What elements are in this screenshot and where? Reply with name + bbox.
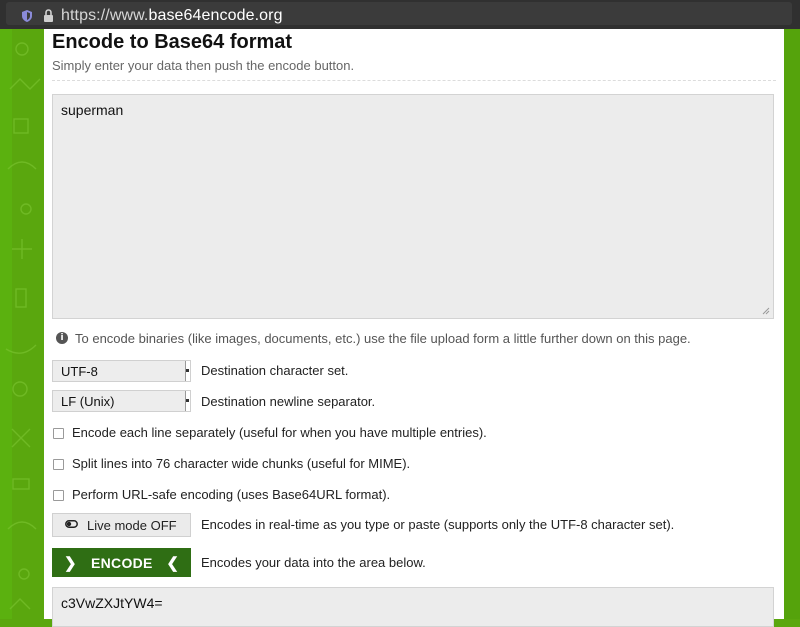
lock-icon xyxy=(44,9,53,22)
charset-select[interactable]: UTF-8 xyxy=(52,360,191,382)
input-text: superman xyxy=(61,102,124,118)
newline-label: Destination newline separator. xyxy=(201,394,376,409)
info-text: To encode binaries (like images, documen… xyxy=(75,331,691,346)
url-host: base64encode.org xyxy=(148,7,283,24)
charset-label: Destination character set. xyxy=(201,363,349,378)
encode-description: Encodes your data into the area below. xyxy=(201,555,426,570)
newline-select[interactable]: LF (Unix) xyxy=(52,390,191,412)
url-text: https://www.base64encode.org xyxy=(61,7,283,25)
url-safe-checkbox[interactable] xyxy=(53,490,64,501)
encode-button[interactable]: ❯ ENCODE ❮ xyxy=(52,548,191,577)
toggle-icon xyxy=(65,520,78,528)
input-textarea[interactable]: superman xyxy=(52,94,774,319)
shield-icon xyxy=(22,10,32,22)
page-title: Encode to Base64 format xyxy=(52,31,293,53)
right-decoration xyxy=(784,29,800,619)
live-mode-description: Encodes in real-time as you type or past… xyxy=(201,517,675,532)
output-textarea[interactable]: c3VwZXJtYW4= xyxy=(52,587,774,627)
url-prefix: https://www. xyxy=(61,7,149,24)
dropdown-arrow-icon xyxy=(185,361,190,381)
output-text: c3VwZXJtYW4= xyxy=(61,595,163,611)
resize-grip-icon[interactable] xyxy=(762,307,770,315)
pattern-decoration xyxy=(5,42,41,610)
url-field[interactable]: https://www.base64encode.org xyxy=(6,2,792,25)
encode-button-label: ENCODE xyxy=(91,555,153,571)
charset-value: UTF-8 xyxy=(61,364,98,379)
chevron-left-icon: ❮ xyxy=(166,555,179,572)
dropdown-arrow-icon xyxy=(185,391,190,411)
browser-address-bar: https://www.base64encode.org xyxy=(0,0,800,30)
split-lines-label: Split lines into 76 character wide chunk… xyxy=(72,456,411,471)
split-lines-checkbox[interactable] xyxy=(53,459,64,470)
encode-each-line-label: Encode each line separately (useful for … xyxy=(72,425,487,440)
divider xyxy=(52,80,776,81)
live-mode-label: Live mode OFF xyxy=(87,518,177,533)
url-safe-label: Perform URL-safe encoding (uses Base64UR… xyxy=(72,487,391,502)
info-icon: i xyxy=(56,332,68,344)
left-decoration xyxy=(0,29,44,619)
page-subtitle: Simply enter your data then push the enc… xyxy=(52,58,355,73)
chevron-right-icon: ❯ xyxy=(64,555,77,572)
live-mode-toggle[interactable]: Live mode OFF xyxy=(52,513,191,537)
newline-value: LF (Unix) xyxy=(61,394,115,409)
main-content: Encode to Base64 format Simply enter you… xyxy=(44,29,784,627)
encode-each-line-checkbox[interactable] xyxy=(53,428,64,439)
